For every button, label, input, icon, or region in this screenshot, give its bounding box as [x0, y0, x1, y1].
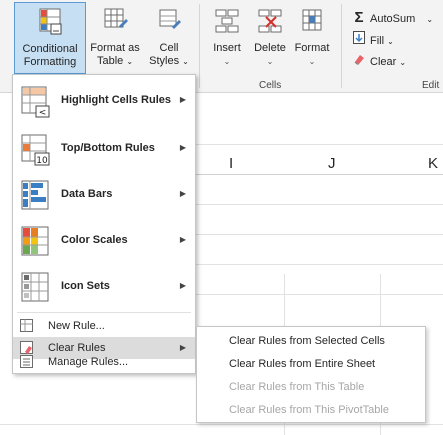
chevron-down-icon: ⌄ — [399, 58, 407, 67]
chevron-right-icon: ▶ — [179, 281, 186, 290]
menu-item-manage-rules[interactable]: Manage Rules... — [13, 351, 195, 373]
insert-cells-icon — [207, 6, 247, 38]
gridline — [196, 264, 443, 265]
highlight-cells-icon: < — [20, 85, 52, 122]
chevron-down-icon: ⌄ — [223, 57, 231, 66]
conditional-formatting-icon — [15, 7, 85, 39]
format-as-table-label-2: Table ⌄ — [96, 55, 134, 67]
menu-separator — [17, 312, 191, 313]
format-as-table-button[interactable]: Format as Table ⌄ — [88, 2, 142, 74]
menu-item-new-rule[interactable]: New Rule... — [13, 315, 195, 337]
new-rule-icon — [20, 319, 34, 336]
autosum-label: AutoSum — [370, 13, 416, 25]
chevron-down-icon: ⌄ — [266, 57, 274, 66]
chevron-down-icon: ⌄ — [182, 57, 189, 66]
menu-item-label: Highlight Cells Rules — [61, 94, 172, 106]
edit-group-label: Edit — [422, 80, 440, 91]
menu-item-label: Color Scales — [61, 234, 128, 246]
eraser-icon — [352, 53, 366, 71]
conditional-formatting-label-1: Conditional — [22, 43, 78, 55]
sigma-icon: Σ — [354, 9, 364, 26]
autosum-button[interactable]: Σ AutoSum ⌄ — [352, 9, 433, 27]
delete-label: Delete — [254, 42, 286, 54]
cell-styles-label-2: Styles ⌄ — [149, 55, 189, 67]
ribbon-separator — [199, 4, 200, 88]
submenu-item-clear-entire-sheet[interactable]: Clear Rules from Entire Sheet — [229, 358, 375, 370]
chevron-down-icon: ⌄ — [387, 37, 394, 46]
gridline — [196, 294, 443, 295]
gridline — [196, 144, 443, 145]
data-bars-icon — [20, 179, 52, 216]
chevron-down-icon: ⌄ — [426, 15, 434, 24]
delete-cells-icon — [250, 6, 290, 38]
gridline — [0, 424, 443, 425]
top-bottom-icon: 10 — [20, 133, 52, 170]
fill-down-icon — [352, 31, 366, 50]
top-bottom-icon-badge: 10 — [36, 156, 48, 166]
fill-label: Fill — [370, 35, 385, 47]
column-header-k[interactable]: K — [428, 155, 438, 172]
clear-rules-submenu: Clear Rules from Selected Cells Clear Ru… — [196, 326, 426, 423]
submenu-item-clear-this-pivottable: Clear Rules from This PivotTable — [229, 404, 389, 416]
icon-sets-icon — [20, 271, 52, 308]
chevron-right-icon: ▶ — [179, 95, 186, 104]
cell-styles-label-1: Cell — [159, 42, 179, 54]
menu-item-label: Manage Rules... — [48, 356, 129, 368]
submenu-item-clear-selected-cells[interactable]: Clear Rules from Selected Cells — [229, 335, 385, 347]
conditional-formatting-button[interactable]: Conditional Formatting ⌄ — [14, 2, 86, 80]
cells-group-label: Cells — [259, 80, 282, 91]
menu-item-label: New Rule... — [48, 320, 105, 332]
menu-item-label: Icon Sets — [61, 280, 110, 292]
highlight-icon-badge: < — [39, 108, 47, 118]
submenu-item-clear-this-table: Clear Rules from This Table — [229, 381, 365, 393]
chevron-down-icon: ⌄ — [308, 57, 316, 66]
gridline — [196, 204, 443, 205]
cell-styles-button[interactable]: Cell Styles ⌄ — [144, 2, 194, 74]
menu-item-top-bottom-rules[interactable]: 10 Top/Bottom Rules ▶ — [13, 127, 195, 173]
menu-item-data-bars[interactable]: Data Bars ▶ — [13, 173, 195, 219]
column-header-i[interactable]: I — [229, 155, 233, 172]
insert-button[interactable]: Insert ⌄ — [207, 2, 247, 74]
clear-button[interactable]: Clear ⌄ — [352, 53, 406, 71]
format-as-table-label-1: Format as — [90, 42, 140, 54]
menu-item-label: Top/Bottom Rules — [61, 142, 155, 154]
format-label: Format — [294, 42, 330, 54]
chevron-right-icon: ▶ — [179, 189, 186, 198]
column-header-j[interactable]: J — [328, 155, 336, 172]
chevron-down-icon: ⌄ — [126, 57, 134, 66]
manage-rules-icon — [20, 355, 34, 372]
clear-label: Clear — [370, 56, 397, 68]
ribbon-separator — [341, 4, 342, 88]
menu-item-label: Data Bars — [61, 188, 113, 200]
menu-item-icon-sets[interactable]: Icon Sets ▶ — [13, 265, 195, 311]
menu-item-color-scales[interactable]: Color Scales ▶ — [13, 219, 195, 265]
cell-styles-icon — [144, 6, 194, 38]
gridline — [196, 174, 443, 175]
gridline — [196, 234, 443, 235]
format-button[interactable]: Format ⌄ — [292, 2, 332, 74]
insert-label: Insert — [213, 42, 241, 54]
chevron-right-icon: ▶ — [179, 235, 186, 244]
conditional-formatting-label-2: Formatting — [23, 56, 77, 68]
menu-item-highlight-cells-rules[interactable]: < Highlight Cells Rules ▶ — [13, 79, 195, 125]
color-scales-icon — [20, 225, 52, 262]
delete-button[interactable]: Delete ⌄ — [250, 2, 290, 74]
format-cells-icon — [292, 6, 332, 38]
chevron-right-icon: ▶ — [179, 143, 186, 152]
conditional-formatting-menu: < Highlight Cells Rules ▶ 10 Top/Bottom … — [12, 74, 196, 374]
fill-button[interactable]: Fill ⌄ — [352, 31, 394, 49]
format-as-table-icon — [88, 6, 142, 38]
